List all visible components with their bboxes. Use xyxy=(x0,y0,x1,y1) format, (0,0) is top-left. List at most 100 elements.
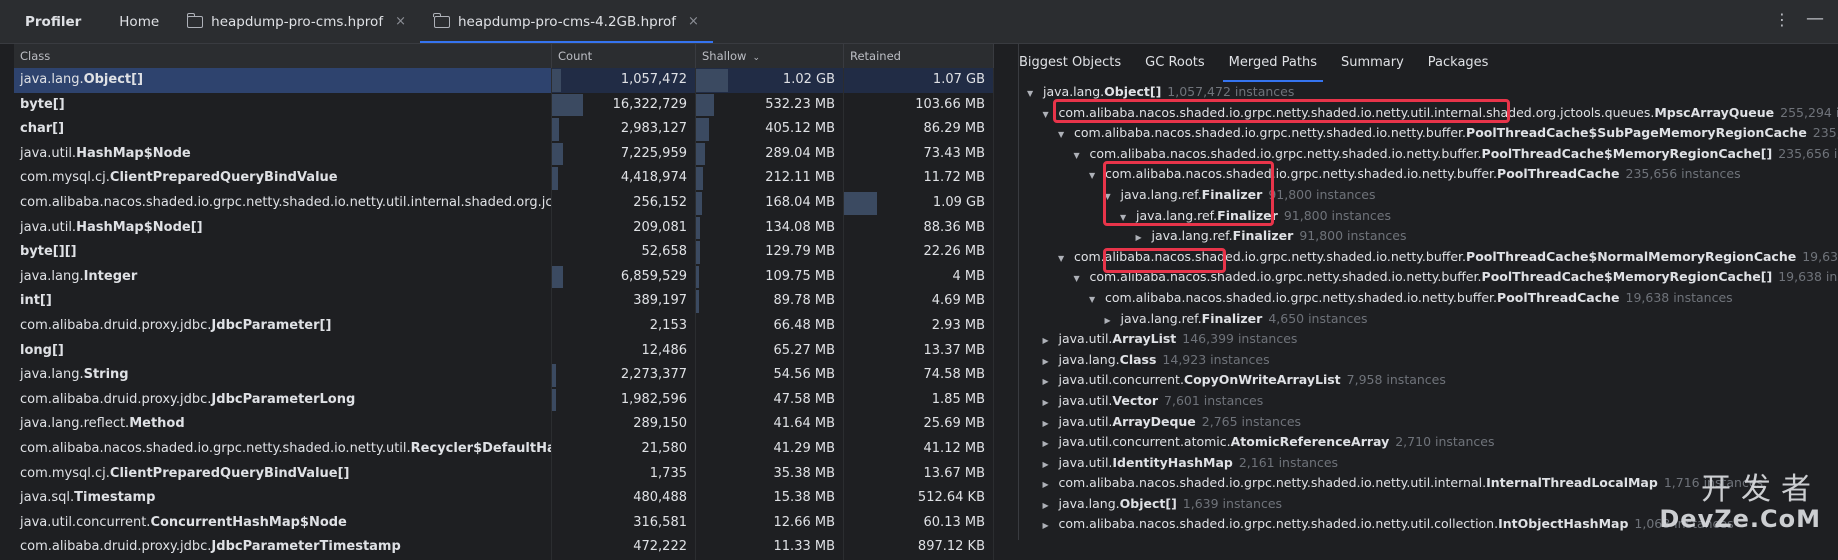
chevron-right-icon[interactable]: ▶ xyxy=(1136,228,1152,249)
table-row[interactable]: com.mysql.cj.ClientPreparedQueryBindValu… xyxy=(14,461,994,487)
column-header-count[interactable]: Count xyxy=(552,44,696,68)
tree-node[interactable]: ▶ java.util.Vector 7,601 instances xyxy=(1019,391,1838,412)
chevron-down-icon[interactable]: ▼ xyxy=(1027,84,1043,105)
tree-node[interactable]: ▼ com.alibaba.nacos.shaded.io.grpc.netty.… xyxy=(1019,267,1838,288)
close-icon[interactable]: × xyxy=(688,14,699,29)
chevron-down-icon[interactable]: ▼ xyxy=(1074,146,1090,167)
table-row[interactable]: java.lang.reflect.Method 289,150 41.64 MB 2… xyxy=(14,412,994,437)
count-bar xyxy=(552,265,564,289)
class-simple-name: Object[] xyxy=(83,72,144,87)
table-row[interactable]: com.alibaba.nacos.shaded.io.grpc.netty.s… xyxy=(14,190,994,216)
table-row[interactable]: java.util.HashMap$Node[] 209,081 134.08 MB… xyxy=(14,215,994,241)
column-header-class[interactable]: Class xyxy=(14,44,552,68)
chevron-down-icon[interactable]: ▼ xyxy=(1058,249,1074,270)
column-header-retained[interactable]: Retained xyxy=(844,44,994,68)
count-cell: 480,488 xyxy=(552,486,696,511)
retained-cell: 74.58 MB xyxy=(844,363,994,388)
chevron-right-icon[interactable]: ▶ xyxy=(1043,455,1059,476)
chevron-down-icon[interactable]: ▼ xyxy=(1074,269,1090,290)
tree-node[interactable]: ▶ java.util.IdentityHashMap 2,161 instance… xyxy=(1019,453,1838,474)
chevron-down-icon[interactable]: ▼ xyxy=(1089,290,1105,311)
shallow-cell: 11.33 MB xyxy=(696,535,844,560)
tree-node[interactable]: ▶ java.lang.Class 14,923 instances xyxy=(1019,350,1838,371)
chevron-right-icon[interactable]: ▶ xyxy=(1043,516,1059,537)
tree-node[interactable]: ▼ java.lang.ref.Finalizer 91,800 instances xyxy=(1019,185,1838,206)
shallow-cell: 15.38 MB xyxy=(696,486,844,511)
editor-tab-1[interactable]: Home xyxy=(105,0,173,43)
node-package: com.alibaba.nacos.shaded.io.grpc.netty.s… xyxy=(1105,289,1498,305)
details-tab-0[interactable]: Biggest Objects xyxy=(1019,44,1133,82)
retained-cell: 1.85 MB xyxy=(844,387,994,413)
chevron-right-icon[interactable]: ▶ xyxy=(1043,475,1059,496)
details-tab-2[interactable]: Merged Paths xyxy=(1217,44,1329,82)
chevron-down-icon[interactable]: ▼ xyxy=(1058,125,1074,146)
tree-node[interactable]: ▼ com.alibaba.nacos.shaded.io.grpc.netty.… xyxy=(1019,123,1838,144)
table-row[interactable]: com.alibaba.druid.proxy.jdbc.JdbcParamet… xyxy=(14,535,994,560)
chevron-right-icon[interactable]: ▶ xyxy=(1043,331,1059,352)
chevron-right-icon[interactable]: ▶ xyxy=(1043,393,1059,414)
table-row[interactable]: com.mysql.cj.ClientPreparedQueryBindValu… xyxy=(14,166,994,191)
tree-node[interactable]: ▶ java.util.ArrayList 146,399 instances xyxy=(1019,329,1838,350)
chevron-down-icon[interactable]: ▼ xyxy=(1105,187,1121,208)
count-cell: 472,222 xyxy=(552,535,696,560)
tree-node[interactable]: ▶ java.lang.ref.Finalizer 4,650 instances xyxy=(1019,309,1838,330)
tree-node[interactable]: ▶ java.util.concurrent.atomic.AtomicRefer… xyxy=(1019,432,1838,453)
chevron-right-icon[interactable]: ▶ xyxy=(1043,434,1059,455)
table-row[interactable]: com.alibaba.druid.proxy.jdbc.JdbcParamet… xyxy=(14,313,994,339)
more-options-icon[interactable]: ⋮ xyxy=(1774,12,1790,28)
chevron-right-icon[interactable]: ▶ xyxy=(1043,496,1059,517)
details-tab-3[interactable]: Summary xyxy=(1329,44,1416,82)
tree-node[interactable]: ▼ com.alibaba.nacos.shaded.io.grpc.netty.… xyxy=(1019,247,1838,268)
details-tab-1[interactable]: GC Roots xyxy=(1133,44,1217,82)
table-row[interactable]: java.sql.Timestamp 480,488 15.38 MB 512.64 … xyxy=(14,486,994,511)
shallow-value: 1.02 GB xyxy=(782,72,835,87)
table-row[interactable]: com.alibaba.druid.proxy.jdbc.JdbcParamet… xyxy=(14,387,994,413)
class-package: java.lang. xyxy=(20,367,84,383)
table-row[interactable]: java.util.HashMap$Node 7,225,959 289.04 MB… xyxy=(14,141,994,167)
details-tab-4[interactable]: Packages xyxy=(1416,44,1501,82)
minimize-icon[interactable]: — xyxy=(1806,10,1824,28)
table-row[interactable]: java.lang.String 2,273,377 54.56 MB 74.58 M… xyxy=(14,363,994,388)
tree-node[interactable]: ▼ com.alibaba.nacos.shaded.io.grpc.netty.… xyxy=(1019,103,1838,124)
shallow-cell: 289.04 MB xyxy=(696,141,844,167)
column-header-shallow[interactable]: Shallow ⌄ xyxy=(696,44,844,68)
editor-tab-3[interactable]: heapdump-pro-cms-4.2GB.hprof × xyxy=(419,0,713,43)
table-row[interactable]: byte[] 16,322,729 532.23 MB 103.66 MB xyxy=(14,92,994,118)
table-row[interactable]: java.lang.Object[] 1,057,472 1.02 GB 1.07 G… xyxy=(14,68,994,93)
class-name-cell: java.lang.Object[] xyxy=(14,68,552,93)
chevron-right-icon[interactable]: ▶ xyxy=(1043,352,1059,373)
tree-node[interactable]: ▼ com.alibaba.nacos.shaded.io.grpc.netty.… xyxy=(1019,164,1838,185)
class-name-cell: byte[][] xyxy=(14,240,552,265)
tree-node[interactable]: ▼ java.lang.ref.Finalizer 91,800 instances xyxy=(1019,206,1838,227)
tree-node[interactable]: ▼ java.lang.Object[] 1,057,472 instances xyxy=(1019,82,1838,103)
node-instance-count: 7,601 instances xyxy=(1164,392,1264,408)
chevron-down-icon[interactable]: ▼ xyxy=(1120,208,1136,229)
close-icon[interactable]: × xyxy=(395,14,406,29)
count-value: 1,982,596 xyxy=(620,391,687,407)
chevron-down-icon[interactable]: ▼ xyxy=(1089,166,1105,187)
table-row[interactable]: byte[][] 52,658 129.79 MB 22.26 MB xyxy=(14,240,994,265)
chevron-right-icon[interactable]: ▶ xyxy=(1043,414,1059,435)
chevron-down-icon[interactable]: ▼ xyxy=(1043,105,1059,126)
count-bar xyxy=(552,118,560,141)
count-value: 6,859,529 xyxy=(620,268,687,284)
chevron-right-icon[interactable]: ▶ xyxy=(1043,372,1059,393)
editor-tab-0[interactable]: Profiler xyxy=(0,0,105,43)
table-row[interactable]: com.alibaba.nacos.shaded.io.grpc.netty.s… xyxy=(14,436,994,462)
count-cell: 316,581 xyxy=(552,510,696,536)
class-name-cell: com.mysql.cj.ClientPreparedQueryBindValu… xyxy=(14,461,552,487)
tree-node[interactable]: ▶ java.util.concurrent.CopyOnWriteArrayLi… xyxy=(1019,370,1838,391)
table-row[interactable]: int[] 389,197 89.78 MB 4.69 MB xyxy=(14,289,994,314)
class-name-cell: com.alibaba.nacos.shaded.io.grpc.netty.s… xyxy=(14,190,552,216)
table-row[interactable]: long[] 12,486 65.27 MB 13.37 MB xyxy=(14,338,994,364)
node-instance-count: 14,923 instances xyxy=(1162,351,1270,367)
table-row[interactable]: char[] 2,983,127 405.12 MB 86.29 MB xyxy=(14,117,994,142)
editor-tab-2[interactable]: heapdump-pro-cms.hprof × xyxy=(173,0,420,43)
table-row[interactable]: java.util.concurrent.ConcurrentHashMap$N… xyxy=(14,510,994,536)
table-row[interactable]: java.lang.Integer 6,859,529 109.75 MB 4 MB xyxy=(14,264,994,290)
chevron-right-icon[interactable]: ▶ xyxy=(1105,311,1121,332)
tree-node[interactable]: ▼ com.alibaba.nacos.shaded.io.grpc.netty.… xyxy=(1019,288,1838,309)
tree-node[interactable]: ▼ com.alibaba.nacos.shaded.io.grpc.netty.… xyxy=(1019,144,1838,165)
tree-node[interactable]: ▶ java.lang.ref.Finalizer 91,800 instances xyxy=(1019,226,1838,247)
tree-node[interactable]: ▶ java.util.ArrayDeque 2,765 instances xyxy=(1019,412,1838,433)
